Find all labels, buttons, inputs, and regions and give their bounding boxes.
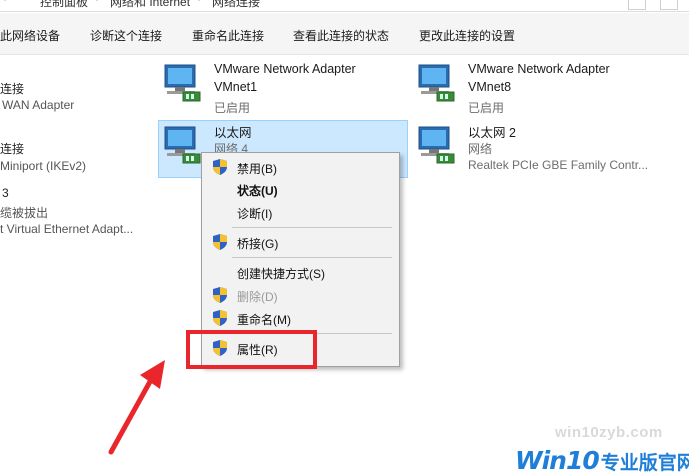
- refresh-box[interactable]: [660, 0, 678, 10]
- command-bar: 此网络设备 诊断这个连接 重命名此连接 查看此连接的状态 更改此连接的设置: [0, 13, 689, 55]
- adapter-vmnet1-name-line2: VMnet1: [214, 80, 258, 94]
- breadcrumb-chevron-icon: ›: [198, 0, 201, 4]
- adapter-vmnet1[interactable]: VMware Network Adapter VMnet1 已启用: [161, 60, 391, 116]
- watermark-logo-cn: 专业版官网: [600, 453, 689, 474]
- uac-shield-icon: [213, 287, 227, 303]
- menu-item-bridge-label: 桥接(G): [237, 237, 279, 251]
- menu-item-disable[interactable]: 禁用(B): [202, 156, 399, 178]
- adapter-partial-2-device: Miniport (IKEv2): [0, 159, 87, 173]
- change-settings-button[interactable]: 更改此连接的设置: [419, 27, 515, 44]
- adapter-ethernet-2-status: 网络: [468, 142, 493, 156]
- adapter-partial-3-device: t Virtual Ethernet Adapt...: [0, 222, 134, 236]
- adapter-vmnet1-status: 已启用: [214, 101, 251, 115]
- ethernet-adapter-icon: [418, 126, 455, 164]
- breadcrumb-item-network-internet[interactable]: 网络和 Internet: [110, 0, 190, 10]
- menu-item-status-label: 状态(U): [237, 184, 278, 198]
- rename-button[interactable]: 重命名此连接: [192, 27, 264, 44]
- adapter-vmnet8-name-line1: VMware Network Adapter: [468, 62, 610, 76]
- menu-item-delete: 删除(D): [202, 284, 399, 306]
- menu-separator: [232, 257, 392, 258]
- watermark-logo: Win10 专业版官网: [515, 446, 689, 474]
- adapter-partial-1-device: WAN Adapter: [2, 98, 75, 112]
- uac-shield-icon: [213, 159, 227, 175]
- disable-device-button[interactable]: 此网络设备: [0, 27, 60, 44]
- network-adapter-icon: [164, 64, 201, 102]
- menu-item-rename-label: 重命名(M): [237, 313, 291, 327]
- watermark-url: win10zyb.com: [555, 424, 663, 441]
- menu-item-diagnose[interactable]: 诊断(I): [202, 201, 399, 223]
- menu-item-status[interactable]: 状态(U): [202, 178, 399, 200]
- breadcrumb: › 控制面板 › 网络和 Internet › 网络连接: [0, 0, 689, 12]
- menu-item-rename[interactable]: 重命名(M): [202, 307, 399, 329]
- adapter-vmnet1-name-line1: VMware Network Adapter: [214, 62, 356, 76]
- menu-separator: [232, 227, 392, 228]
- network-adapter-icon: [418, 64, 455, 102]
- adapter-partial-2-title[interactable]: 连接: [0, 140, 24, 157]
- properties-highlight-box: [186, 330, 317, 369]
- menu-item-create-shortcut[interactable]: 创建快捷方式(S): [202, 261, 399, 283]
- uac-shield-icon: [213, 310, 227, 326]
- breadcrumb-item-network-connections[interactable]: 网络连接: [212, 0, 260, 10]
- adapter-vmnet8-status: 已启用: [468, 101, 505, 115]
- adapter-vmnet8[interactable]: VMware Network Adapter VMnet8 已启用: [415, 60, 645, 116]
- breadcrumb-item-control-panel[interactable]: 控制面板: [40, 0, 88, 10]
- adapter-ethernet-name: 以太网: [214, 126, 252, 140]
- menu-item-disable-label: 禁用(B): [237, 162, 277, 176]
- adapter-partial-3-status: 缆被拔出: [0, 206, 49, 220]
- menu-item-diagnose-label: 诊断(I): [237, 207, 273, 221]
- address-dropdown-box[interactable]: [628, 0, 646, 10]
- menu-item-create-shortcut-label: 创建快捷方式(S): [237, 267, 325, 281]
- diagnose-button[interactable]: 诊断这个连接: [90, 27, 162, 44]
- view-status-button[interactable]: 查看此连接的状态: [293, 27, 389, 44]
- adapter-partial-1-title[interactable]: 连接: [0, 80, 24, 97]
- watermark-logo-win: Win10: [515, 446, 600, 474]
- adapter-ethernet-2-name: 以太网 2: [468, 126, 516, 140]
- uac-shield-icon: [213, 234, 227, 250]
- breadcrumb-chevron-icon: ›: [4, 0, 7, 4]
- breadcrumb-chevron-icon: ›: [96, 0, 99, 4]
- menu-item-delete-label: 删除(D): [237, 290, 278, 304]
- adapter-ethernet-2[interactable]: 以太网 2 网络 Realtek PCIe GBE Family Contr..…: [415, 122, 685, 178]
- menu-item-bridge[interactable]: 桥接(G): [202, 231, 399, 253]
- adapter-ethernet-2-device: Realtek PCIe GBE Family Contr...: [468, 158, 649, 172]
- adapter-partial-3-title[interactable]: 3: [2, 186, 9, 200]
- adapter-vmnet8-name-line2: VMnet8: [468, 80, 512, 94]
